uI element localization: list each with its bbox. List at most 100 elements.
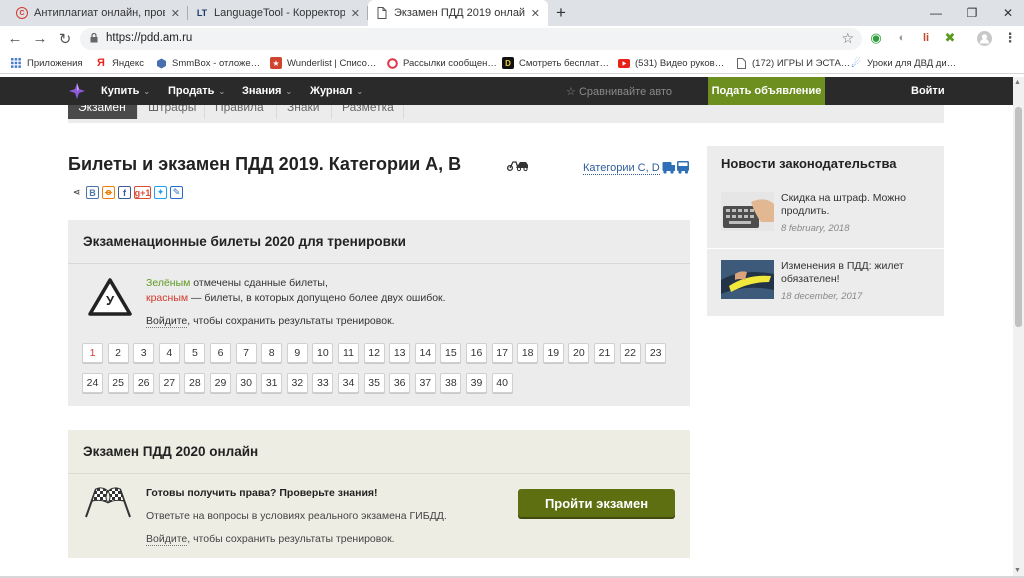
news-date: 8 february, 2018: [781, 223, 850, 234]
ticket-34[interactable]: 34: [338, 373, 359, 393]
ticket-8[interactable]: 8: [261, 343, 283, 363]
checkered-flags-icon: [85, 487, 131, 518]
google-plus-icon[interactable]: g+1: [134, 186, 151, 199]
menu-dots-icon[interactable]: ⋮: [1002, 30, 1018, 46]
login-link[interactable]: Войти: [911, 85, 945, 97]
ticket-32[interactable]: 32: [286, 373, 308, 393]
browser-tab-languagetool[interactable]: LT LanguageTool - Корректор грам ✕: [188, 0, 368, 26]
nav-journal[interactable]: Журнал ⌄: [310, 85, 363, 97]
reload-icon[interactable]: ↻: [56, 30, 74, 48]
livejournal-icon[interactable]: ✎: [170, 186, 183, 199]
close-tab-icon[interactable]: ✕: [531, 7, 540, 20]
ticket-13[interactable]: 13: [389, 343, 411, 363]
ticket-27[interactable]: 27: [158, 373, 180, 393]
ticket-28[interactable]: 28: [184, 373, 206, 393]
ticket-24[interactable]: 24: [82, 373, 103, 393]
bookmark-dvd[interactable]: ☄ Уроки для ДВД ди…: [850, 55, 956, 71]
tab-markings[interactable]: Разметка: [332, 105, 404, 119]
nav-sell[interactable]: Продать ⌄: [168, 85, 225, 97]
compare-cars-link[interactable]: ☆ Сравнивайте авто: [566, 85, 672, 98]
scrollbar-thumb[interactable]: [1015, 107, 1022, 327]
ticket-40[interactable]: 40: [491, 373, 513, 393]
exam-login-link[interactable]: Войдите: [146, 533, 188, 546]
ticket-29[interactable]: 29: [210, 373, 231, 393]
antiplagiat-icon: C: [16, 7, 28, 19]
bookmark-games[interactable]: (172) ИГРЫ И ЭСТА…: [735, 55, 850, 71]
bookmark-watch[interactable]: D Смотреть бесплат…: [502, 55, 609, 71]
back-icon[interactable]: ←: [6, 30, 24, 47]
ticket-17[interactable]: 17: [491, 343, 513, 363]
scroll-down-icon[interactable]: ▼: [1014, 567, 1021, 574]
bookmark-apps[interactable]: Приложения: [10, 55, 83, 71]
ticket-38[interactable]: 38: [440, 373, 462, 393]
ticket-18[interactable]: 18: [517, 343, 539, 363]
ticket-15[interactable]: 15: [440, 343, 462, 363]
address-bar[interactable]: https://pdd.am.ru ☆: [80, 28, 862, 50]
bookmark-star-icon[interactable]: ☆: [841, 30, 854, 47]
ticket-14[interactable]: 14: [414, 343, 436, 363]
bookmark-wunderlist[interactable]: ★ Wunderlist | Списо…: [270, 55, 376, 71]
ticket-10[interactable]: 10: [312, 343, 334, 363]
twitter-icon[interactable]: ✦: [154, 186, 167, 199]
tab-fines[interactable]: Штрафы: [138, 105, 205, 119]
category-cd-link[interactable]: Категории C, D: [583, 162, 660, 175]
start-exam-button[interactable]: Пройти экзамен: [518, 489, 675, 517]
ticket-39[interactable]: 39: [466, 373, 487, 393]
tab-rules[interactable]: Правила: [205, 105, 277, 119]
tab-exam[interactable]: Экзамен: [68, 105, 138, 119]
ticket-33[interactable]: 33: [312, 373, 334, 393]
page-scrollbar[interactable]: ▲ ▼: [1013, 77, 1024, 578]
ticket-30[interactable]: 30: [235, 373, 257, 393]
tab-signs[interactable]: Знаки: [277, 105, 332, 119]
ticket-26[interactable]: 26: [133, 373, 155, 393]
tickets-login-link[interactable]: Войдите: [146, 315, 188, 328]
vk-icon[interactable]: B: [86, 186, 99, 199]
forward-icon[interactable]: →: [31, 30, 49, 47]
ticket-21[interactable]: 21: [594, 343, 615, 363]
facebook-icon[interactable]: f: [118, 186, 131, 199]
post-ad-button[interactable]: Подать объявление: [708, 77, 825, 105]
window-close-icon[interactable]: ✕: [986, 0, 1024, 26]
new-tab-icon[interactable]: +: [556, 3, 566, 23]
ticket-36[interactable]: 36: [389, 373, 411, 393]
bookmark-mailings[interactable]: Рассылки сообщен…: [386, 55, 497, 71]
browser-tab-active[interactable]: Экзамен ПДД 2019 онлайн: бил ✕: [368, 0, 548, 26]
ticket-12[interactable]: 12: [363, 343, 385, 363]
ticket-11[interactable]: 11: [338, 343, 359, 363]
nav-knowledge[interactable]: Знания ⌄: [242, 85, 292, 97]
ticket-19[interactable]: 19: [542, 343, 564, 363]
ticket-25[interactable]: 25: [107, 373, 129, 393]
ticket-5[interactable]: 5: [184, 343, 206, 363]
ticket-35[interactable]: 35: [363, 373, 385, 393]
extension-li-icon[interactable]: li: [918, 30, 934, 46]
ticket-4[interactable]: 4: [158, 343, 180, 363]
ticket-6[interactable]: 6: [210, 343, 231, 363]
ticket-20[interactable]: 20: [568, 343, 590, 363]
ticket-23[interactable]: 23: [645, 343, 667, 363]
nav-buy[interactable]: Купить ⌄: [101, 85, 150, 97]
close-tab-icon[interactable]: ✕: [171, 7, 180, 20]
ticket-9[interactable]: 9: [286, 343, 308, 363]
ticket-22[interactable]: 22: [619, 343, 641, 363]
ticket-2[interactable]: 2: [107, 343, 129, 363]
bookmark-smmbox[interactable]: SmmBox - отложе…: [155, 55, 260, 71]
extension-green-icon[interactable]: ◉: [868, 30, 884, 46]
ticket-37[interactable]: 37: [414, 373, 436, 393]
site-logo-icon[interactable]: [68, 82, 86, 100]
news-title[interactable]: Скидка на штраф. Можно продлить.: [781, 192, 941, 218]
ticket-3[interactable]: 3: [133, 343, 155, 363]
ticket-16[interactable]: 16: [466, 343, 487, 363]
extension-grey-icon[interactable]: ◐: [894, 30, 910, 46]
news-title[interactable]: Изменения в ПДД: жилет обязателен!: [781, 260, 941, 286]
odnoklassniki-icon[interactable]: ꝋ: [102, 186, 115, 199]
browser-tab-antiplagiat[interactable]: C Антиплагиат онлайн, проверка ✕: [8, 0, 188, 26]
ticket-1[interactable]: 1: [82, 343, 103, 363]
scroll-up-icon[interactable]: ▲: [1014, 79, 1021, 86]
ticket-7[interactable]: 7: [235, 343, 257, 363]
extension-cross-icon[interactable]: ✖: [942, 30, 958, 46]
bookmark-yandex[interactable]: Я Яндекс: [95, 55, 144, 71]
close-tab-icon[interactable]: ✕: [351, 7, 360, 20]
bookmark-youtube[interactable]: (531) Видео руков…: [618, 55, 724, 71]
ticket-31[interactable]: 31: [261, 373, 283, 393]
profile-avatar[interactable]: [976, 30, 992, 46]
